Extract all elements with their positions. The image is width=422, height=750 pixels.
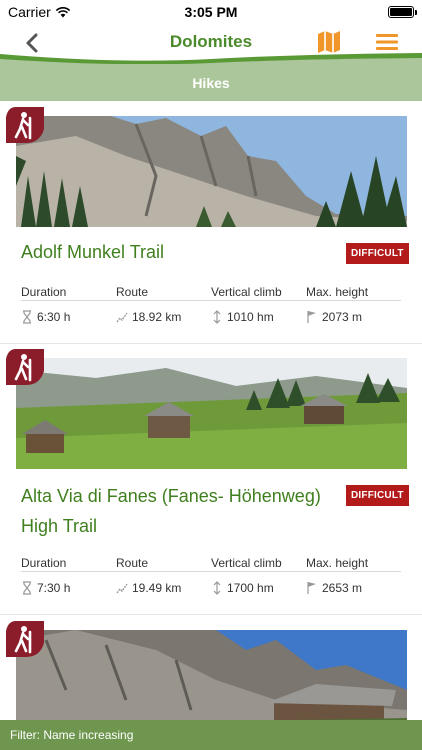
hike-list[interactable]: Adolf Munkel Trail DIFFICULT Duration Ro… [0,101,422,720]
filter-label[interactable]: Filter: Name increasing [10,728,133,742]
hike-title[interactable]: Alta Via di Fanes (Fanes- Höhenweg) High… [21,481,336,541]
max-height-value: 2653 m [322,581,363,595]
hike-image[interactable] [16,116,407,227]
max-height-value: 2073 m [322,310,363,324]
difficulty-badge: DIFFICULT [346,485,409,506]
route-stat: 18.92 km [116,308,211,326]
stats-header: Duration Route Vertical climb Max. heigh… [21,554,401,572]
difficulty-badge: DIFFICULT [346,243,409,264]
section-header: Hikes [0,64,422,101]
vertical-climb-stat: 1700 hm [211,579,306,597]
hike-card[interactable] [0,615,422,720]
hike-image[interactable] [16,358,407,469]
hike-card[interactable]: Adolf Munkel Trail DIFFICULT Duration Ro… [0,101,422,344]
hiking-icon [6,349,44,385]
wifi-icon [55,7,70,18]
status-left: Carrier [8,4,71,20]
stats-values: 7:30 h 19.49 km 1700 hm 2653 m [21,579,401,597]
battery-icon [388,6,417,18]
duration-value: 7:30 h [37,581,71,595]
hiking-icon [6,107,44,143]
duration-label: Duration [21,284,67,299]
duration-value: 6:30 h [37,310,71,324]
vertical-climb-stat: 1010 hm [211,308,306,326]
stats-header: Duration Route Vertical climb Max. heigh… [21,283,401,301]
route-value: 18.92 km [132,310,182,324]
hourglass-icon [23,581,31,595]
vertical-climb-value: 1700 hm [227,581,274,595]
route-stat: 19.49 km [116,579,211,597]
hiking-icon [6,621,44,657]
hike-image[interactable] [16,630,407,720]
vertical-arrows-icon [213,310,221,324]
status-bar: Carrier 3:05 PM [0,0,422,24]
hourglass-icon [23,310,31,324]
hike-card[interactable]: Alta Via di Fanes (Fanes- Höhenweg) High… [0,344,422,615]
max-height-stat: 2073 m [306,308,401,326]
flag-icon [307,311,316,323]
vertical-climb-label: Vertical climb [211,555,282,570]
stats-values: 6:30 h 18.92 km 1010 hm 2073 m [21,308,401,326]
duration-stat: 7:30 h [21,579,116,597]
route-icon [116,583,128,594]
duration-stat: 6:30 h [21,308,116,326]
route-label: Route [116,555,149,570]
max-height-label: Max. height [306,555,369,570]
duration-label: Duration [21,555,67,570]
route-value: 19.49 km [132,581,182,595]
battery-fill [390,8,412,16]
route-label: Route [116,284,149,299]
vertical-arrows-icon [213,581,221,595]
carrier-label: Carrier [8,4,51,20]
section-title: Hikes [192,74,230,91]
max-height-label: Max. height [306,284,369,299]
vertical-climb-label: Vertical climb [211,284,282,299]
route-icon [116,312,128,323]
hike-title[interactable]: Adolf Munkel Trail [21,237,336,267]
page-title: Dolomites [169,32,253,51]
vertical-climb-value: 1010 hm [227,310,274,324]
flag-icon [307,582,316,594]
max-height-stat: 2653 m [306,579,401,597]
filter-bar[interactable]: Filter: Name increasing [0,720,422,750]
